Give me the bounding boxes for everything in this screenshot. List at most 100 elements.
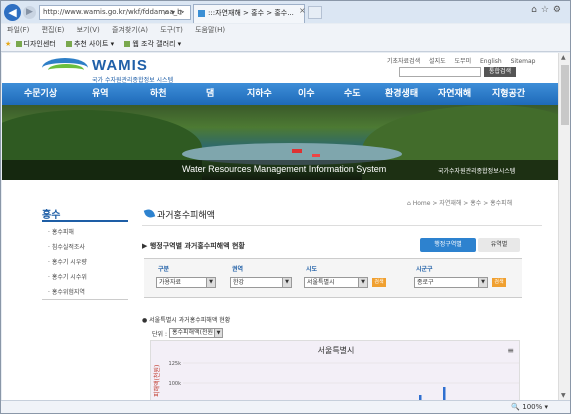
new-tab-button[interactable] [308, 6, 322, 19]
section-title: ● 서울특별시 과거홍수피해액 현황 [142, 317, 231, 324]
nav-item[interactable]: 댐 [206, 83, 214, 105]
category-select[interactable]: 가용자료 ▼ [156, 277, 216, 288]
browser-tab[interactable]: :::자연재해 > 홍수 > 홍수... [193, 4, 305, 23]
menu-help[interactable]: 도움말(H) [195, 26, 225, 34]
hero-banner: Water Resources Management Information S… [2, 105, 558, 180]
favorite-suggested-sites[interactable]: 추천 사이트 ▾ [74, 40, 114, 48]
section-title-text: 행정구역별 과거홍수피해액 현황 [149, 242, 245, 250]
menu-view[interactable]: 보기(V) [77, 26, 100, 34]
menu-edit[interactable]: 편집(E) [42, 26, 65, 34]
district-search-button[interactable]: 검색 [492, 278, 506, 287]
favorite-web-slice[interactable]: 웹 조각 갤러리 ▾ [132, 40, 181, 48]
nav-item[interactable]: 수도 [344, 83, 361, 105]
sidebar-divider [42, 220, 128, 222]
unit-select[interactable]: 홍수피해액(천원 ▼ [169, 328, 223, 338]
top-link[interactable]: Sitemap [511, 58, 536, 65]
province-search-button[interactable]: 검색 [372, 278, 386, 287]
back-button[interactable]: ◀ [4, 4, 21, 21]
title-divider [142, 225, 542, 226]
top-link[interactable]: English [480, 58, 502, 65]
sidebar-item-flood-damage[interactable]: · 홍수피해 [48, 227, 74, 236]
top-link[interactable]: 기초자료검색 [387, 58, 420, 65]
nav-item[interactable]: 지형공간 [492, 83, 525, 105]
y-tick-label: 100k [169, 381, 182, 387]
zoom-value: 100% [522, 403, 543, 411]
banner-boat [312, 154, 320, 157]
top-links: 기초자료검색 설지도 도무미 English Sitemap [387, 56, 542, 65]
sidebar-item-label: 홍수기 시우량 [51, 259, 87, 266]
district-select[interactable]: 종로구 ▼ [414, 277, 488, 288]
sidebar-title: 홍수 [42, 210, 61, 221]
web-page: WAMIS 국가 수자원관리종합정보 시스템 기초자료검색 설지도 도무미 En… [2, 53, 558, 400]
section-title-text: 서울특별시 과거홍수피해액 현황 [149, 317, 231, 324]
filter-label-province: 시도 [306, 266, 318, 273]
menu-tools[interactable]: 도구(T) [160, 26, 183, 34]
breadcrumb-item[interactable]: 홍수피해 [490, 200, 512, 207]
address-search-icon[interactable]: ⌕ ▾ ⟳ [164, 5, 184, 20]
sidebar-item-inundation[interactable]: · 침수실적조사 [48, 242, 85, 251]
chart-bar[interactable] [443, 387, 446, 400]
favorite-design-center[interactable]: 디자인센터 [24, 40, 56, 48]
breadcrumb-item[interactable]: Home [413, 200, 431, 207]
top-link[interactable]: 설지도 [429, 58, 446, 65]
nav-item[interactable]: 자연재해 [438, 83, 471, 105]
site-search-button[interactable]: 통합검색 [484, 67, 516, 77]
y-tick-label: 125k [169, 361, 182, 367]
breadcrumb-item[interactable]: 홍수 [470, 200, 481, 207]
region-select[interactable]: 한강 ▼ [230, 277, 292, 288]
select-value: 서울특별시 [307, 279, 335, 286]
filter-label-category: 구분 [158, 266, 170, 273]
favorites-star-icon[interactable]: ★ [5, 40, 11, 48]
window-toolbar-icons[interactable]: ⌂☆⚙ [531, 5, 565, 15]
breadcrumb-item[interactable]: 자연재해 [439, 200, 461, 207]
nav-item[interactable]: 이수 [298, 83, 315, 105]
main-navigation: 수문기상 유역 하천 댐 지하수 이수 수도 환경생태 자연재해 지형공간 [2, 83, 558, 105]
breadcrumb: ⌂ Home > 자연재해 > 홍수 > 홍수피해 [407, 200, 513, 207]
tab-basin[interactable]: 유역별 [478, 238, 520, 252]
banner-subtitle: 국가수자원관리종합정보시스템 [438, 168, 516, 175]
page-scrollbar[interactable]: ▲ ▼ [558, 53, 570, 400]
zoom-level[interactable]: 🔍 100% ▾ [511, 401, 548, 413]
nav-item[interactable]: 유역 [92, 83, 109, 105]
site-search-input[interactable] [399, 67, 481, 77]
select-value: 한강 [233, 279, 245, 286]
sidebar-item-rainfall[interactable]: · 홍수기 시우량 [48, 257, 87, 266]
forward-button[interactable]: ▶ [23, 6, 36, 19]
menu-favorites[interactable]: 즐겨찾기(A) [112, 26, 148, 34]
tab-close-icon[interactable]: × [299, 6, 306, 15]
nav-item[interactable]: 수문기상 [24, 83, 57, 105]
browser-window: ◀ ▶ http://www.wamis.go.kr/wkf/fddamaa_h… [0, 0, 571, 414]
sidebar-item-label: 홍수피해 [51, 229, 74, 236]
sidebar-item-waterlevel[interactable]: · 홍수기 시수위 [48, 272, 87, 281]
status-bar: 🔍 100% ▾ [1, 400, 570, 413]
site-logo[interactable]: WAMIS 국가 수자원관리종합정보 시스템 [42, 57, 202, 85]
sidebar-bottom-line [42, 299, 128, 300]
logo-text: WAMIS [92, 57, 148, 74]
menu-file[interactable]: 파일(F) [7, 26, 29, 34]
menu-bar: 파일(F) 편집(E) 보기(V) 즐겨찾기(A) 도구(T) 도움말(H) [1, 24, 570, 37]
chart-container: 125k100k75k피해액(천원) 서울특별시 ≡ [150, 340, 520, 400]
chart-menu-icon[interactable]: ≡ [507, 346, 514, 355]
nav-item[interactable]: 지하수 [247, 83, 272, 105]
favorites-bar: ★ 디자인센터 추천 사이트 ▾ 웹 조각 갤러리 ▾ [1, 37, 570, 52]
tab-admin-district[interactable]: 행정구역별 [420, 238, 476, 252]
logo-wave-green-icon [48, 64, 84, 76]
select-value: 홍수피해액(천원 [172, 329, 213, 336]
top-link[interactable]: 도무미 [455, 58, 472, 65]
browser-titlebar: ◀ ▶ http://www.wamis.go.kr/wkf/fddamaa_h… [1, 1, 570, 23]
scroll-down-icon[interactable]: ▼ [561, 392, 566, 399]
sidebar-item-risk-area[interactable]: · 홍수위험지역 [48, 287, 85, 296]
province-select[interactable]: 서울특별시 ▼ [304, 277, 368, 288]
home-icon[interactable]: ⌂ [407, 200, 411, 207]
page-title: 과거홍수피해액 [157, 211, 215, 221]
chevron-down-icon: ▼ [282, 278, 291, 287]
y-axis-label: 피해액(천원) [153, 365, 161, 397]
nav-item[interactable]: 하천 [150, 83, 167, 105]
sidebar-item-label: 홍수위험지역 [51, 289, 85, 296]
scroll-up-icon[interactable]: ▲ [561, 54, 566, 61]
filter-label-region: 권역 [232, 266, 244, 273]
chevron-down-icon: ▼ [206, 278, 215, 287]
nav-item[interactable]: 환경생태 [385, 83, 418, 105]
section-title: ▶ 행정구역별 과거홍수피해액 현황 [142, 242, 245, 250]
scrollbar-thumb[interactable] [561, 65, 569, 125]
